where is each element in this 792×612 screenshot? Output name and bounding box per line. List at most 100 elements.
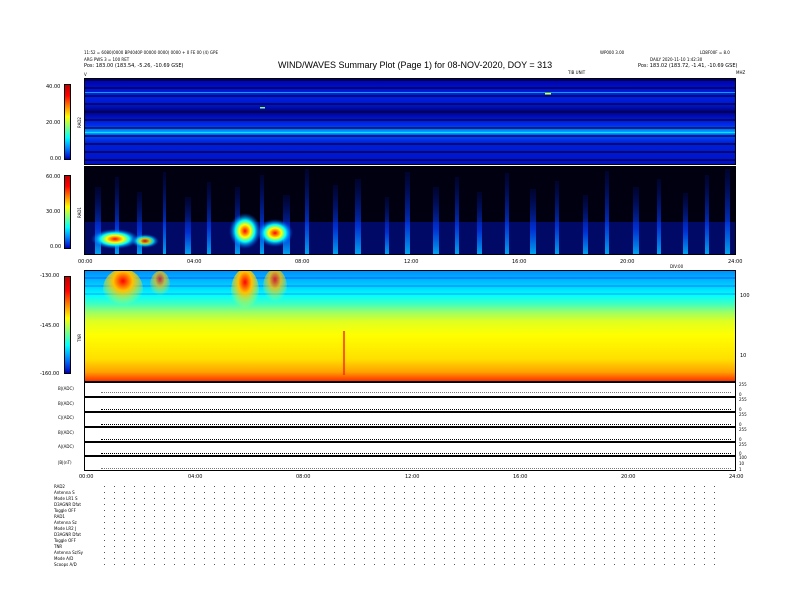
footer-dot (604, 552, 605, 553)
footer-dot (654, 492, 655, 493)
footer-dot (144, 564, 145, 565)
footer-dot (464, 492, 465, 493)
footer-dot (614, 504, 615, 505)
footer-dot (614, 522, 615, 523)
footer-dot (194, 516, 195, 517)
footer-dot (474, 498, 475, 499)
footer-dot (374, 516, 375, 517)
rad1-tick: 30.00 (46, 209, 61, 215)
footer-dot (224, 540, 225, 541)
footer-dot (474, 492, 475, 493)
footer-dot (244, 540, 245, 541)
footer-dot (524, 504, 525, 505)
footer-dot (234, 498, 235, 499)
footer-dot (414, 504, 415, 505)
footer-dot (294, 564, 295, 565)
footer-dot (254, 510, 255, 511)
footer-dot (294, 510, 295, 511)
footer-dot (404, 522, 405, 523)
footer-rad2-row: Mode LR1 S (54, 496, 78, 501)
trace (101, 424, 731, 425)
footer-dot (674, 528, 675, 529)
footer-rad2-row: Toggle OFF (54, 508, 76, 513)
footer-dot (634, 492, 635, 493)
footer-dot (674, 486, 675, 487)
footer-dot (344, 486, 345, 487)
footer-dot (344, 510, 345, 511)
footer-dot (644, 564, 645, 565)
footer-dot (504, 546, 505, 547)
trace (101, 468, 731, 469)
footer-dot (394, 546, 395, 547)
footer-dot (704, 564, 705, 565)
footer-dot (144, 516, 145, 517)
footer-dot (624, 522, 625, 523)
footer-dot (654, 552, 655, 553)
footer-dot (474, 540, 475, 541)
footer-dot (304, 492, 305, 493)
footer-dot (504, 516, 505, 517)
footer-dot (204, 528, 205, 529)
footer-dot (664, 552, 665, 553)
footer-dot (354, 534, 355, 535)
footer-dot (504, 552, 505, 553)
footer-dot (454, 504, 455, 505)
footer-dot (704, 510, 705, 511)
footer-dot (444, 504, 445, 505)
footer-dot (604, 540, 605, 541)
footer-dot (594, 504, 595, 505)
footer-dot (544, 510, 545, 511)
trace (101, 392, 731, 393)
footer-dot (194, 498, 195, 499)
footer-dot (674, 510, 675, 511)
footer-dot (374, 522, 375, 523)
footer-dot (594, 486, 595, 487)
footer-dot (124, 534, 125, 535)
footer-dot (284, 510, 285, 511)
footer-dot (184, 534, 185, 535)
footer-dot (214, 522, 215, 523)
footer-dot (234, 510, 235, 511)
footer-dot (204, 522, 205, 523)
footer-dot (494, 516, 495, 517)
footer-dot (504, 534, 505, 535)
footer-dot (254, 546, 255, 547)
footer-dot (394, 564, 395, 565)
footer-dot (494, 558, 495, 559)
footer-dot (584, 504, 585, 505)
footer-dot (534, 492, 535, 493)
footer-dot (574, 534, 575, 535)
footer-dot (174, 504, 175, 505)
footer-dot (154, 504, 155, 505)
footer-dot (514, 534, 515, 535)
tnr-tick: -145.00 (40, 323, 60, 329)
footer-dot (714, 516, 715, 517)
footer-dot (504, 528, 505, 529)
footer-rad1-row: Antenna Sz/Sy (54, 550, 83, 555)
footer-dot (494, 528, 495, 529)
rad2-tick: 40.00 (46, 84, 61, 90)
footer-dot (474, 552, 475, 553)
footer-dot (714, 540, 715, 541)
footer-dot (374, 492, 375, 493)
footer-dot (614, 528, 615, 529)
footer-dot (704, 540, 705, 541)
footer-dot (324, 564, 325, 565)
footer-dot (244, 522, 245, 523)
footer-dot (544, 492, 545, 493)
footer-dot (344, 504, 345, 505)
footer-dot (164, 504, 165, 505)
line-panel-4 (84, 427, 736, 442)
footer-dot (454, 552, 455, 553)
line-panel-label: A|(ADC) (58, 444, 74, 449)
footer-dot (714, 504, 715, 505)
footer-dot (574, 564, 575, 565)
footer-dot (214, 510, 215, 511)
footer-dot (284, 558, 285, 559)
footer-dot (284, 540, 285, 541)
footer-dot (694, 504, 695, 505)
footer-dot (174, 564, 175, 565)
footer-dot (514, 528, 515, 529)
footer-dot (654, 486, 655, 487)
footer-dot (434, 522, 435, 523)
